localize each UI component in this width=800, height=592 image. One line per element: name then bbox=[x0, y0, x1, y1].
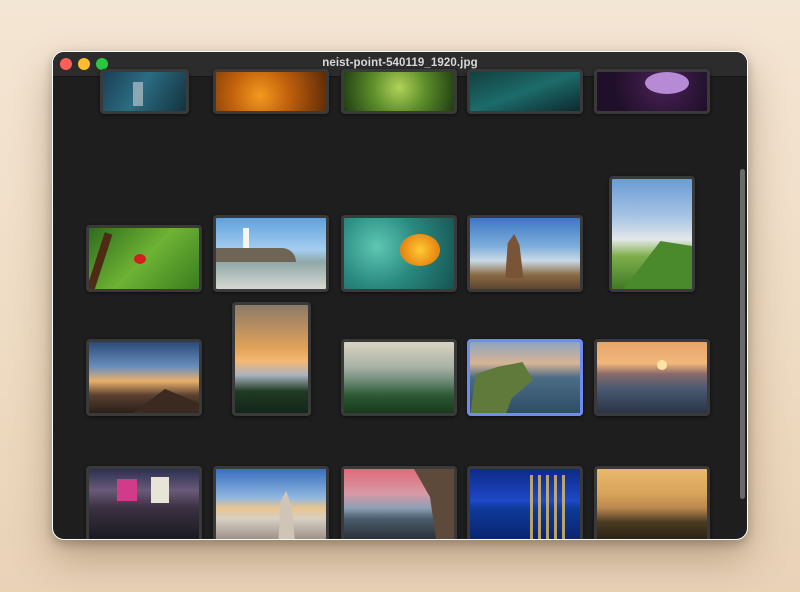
photo-neist-point[interactable] bbox=[467, 339, 583, 416]
photo-ladybug-leaf[interactable] bbox=[86, 225, 202, 292]
photo-purple-flower[interactable] bbox=[594, 69, 710, 114]
photo-ocean-sunset[interactable] bbox=[594, 339, 710, 416]
image-viewer-window: neist-point-540119_1920.jpg bbox=[52, 51, 748, 540]
photo-city-crowd-night[interactable] bbox=[86, 466, 202, 539]
photo-sea-cave[interactable] bbox=[341, 466, 457, 539]
photo-orange-blossom[interactable] bbox=[341, 215, 457, 292]
photo-orange-flowers[interactable] bbox=[213, 69, 329, 114]
vertical-scrollbar[interactable] bbox=[740, 169, 745, 499]
photo-rock-spire[interactable] bbox=[467, 215, 583, 292]
thumbnail-grid bbox=[53, 69, 747, 539]
photo-green-ridge[interactable] bbox=[609, 176, 695, 292]
photo-forest-valley[interactable] bbox=[341, 339, 457, 416]
photo-teal-water[interactable] bbox=[467, 69, 583, 114]
photo-city-reflection[interactable] bbox=[467, 466, 583, 539]
window-title: neist-point-540119_1920.jpg bbox=[322, 57, 478, 69]
photo-misty-hills[interactable] bbox=[594, 466, 710, 539]
photo-valley-sunrise[interactable] bbox=[232, 302, 311, 416]
photo-mountain-sunset-clouds[interactable] bbox=[86, 339, 202, 416]
photo-dew-grass[interactable] bbox=[341, 69, 457, 114]
photo-lighthouse-coast[interactable] bbox=[213, 215, 329, 292]
photo-boats-harbor[interactable] bbox=[100, 69, 189, 114]
photo-stone-cairn[interactable] bbox=[213, 466, 329, 539]
